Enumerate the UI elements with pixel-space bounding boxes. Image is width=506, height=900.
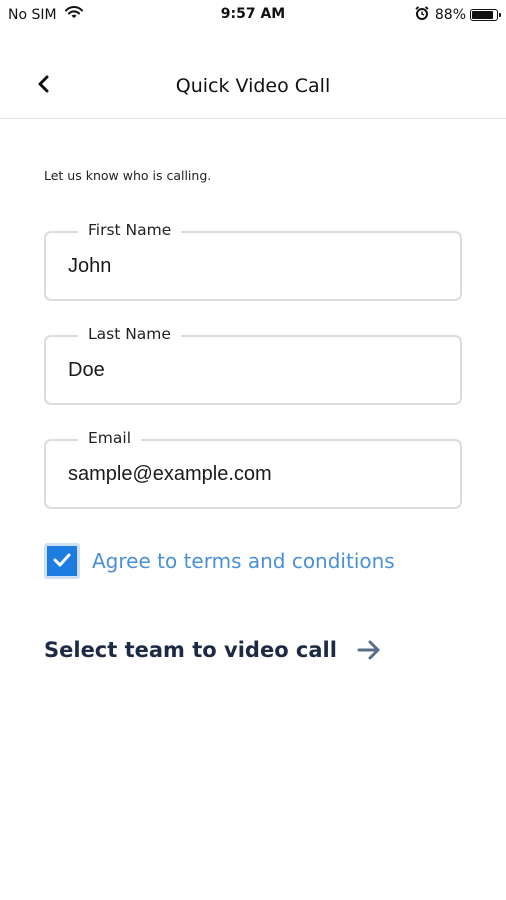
email-input[interactable] <box>68 463 438 486</box>
first-name-input[interactable] <box>68 255 438 278</box>
checkmark-icon <box>53 552 71 571</box>
first-name-field: First Name <box>44 221 462 301</box>
intro-text: Let us know who is calling. <box>44 168 212 183</box>
email-label: Email <box>78 429 142 447</box>
battery-fill <box>472 11 494 19</box>
select-team-label: Select team to video call <box>44 638 337 662</box>
terms-checkbox[interactable] <box>44 543 80 579</box>
battery-icon <box>470 9 501 21</box>
status-bar: No SIM 9:57 AM 88% <box>0 0 506 30</box>
nav-bar: Quick Video Call <box>0 58 506 119</box>
battery-percent: 88% <box>434 7 466 23</box>
arrow-right-icon <box>357 640 381 660</box>
last-name-input[interactable] <box>68 359 438 382</box>
last-name-field: Last Name <box>44 325 462 405</box>
email-field: Email <box>44 429 462 509</box>
last-name-label: Last Name <box>78 325 181 343</box>
status-right: 88% <box>415 6 501 24</box>
terms-row[interactable]: Agree to terms and conditions <box>44 543 395 579</box>
alarm-icon <box>415 6 429 24</box>
page-title: Quick Video Call <box>175 75 331 97</box>
select-team-button[interactable]: Select team to video call <box>44 638 381 662</box>
first-name-label: First Name <box>78 221 182 239</box>
terms-link[interactable]: Agree to terms and conditions <box>92 549 395 573</box>
